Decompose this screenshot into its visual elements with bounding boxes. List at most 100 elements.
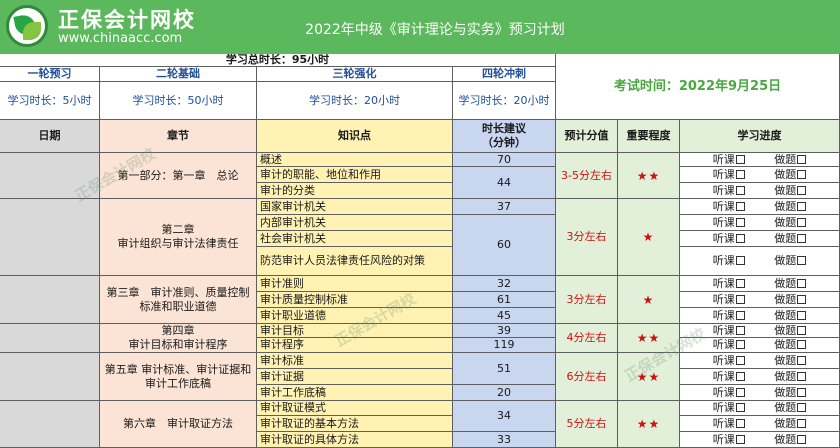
listen-checkbox[interactable]: 听课 [713,168,745,182]
checkbox-icon[interactable] [735,294,745,304]
progress-row: 听课 做题 [680,338,840,353]
listen-checkbox[interactable]: 听课 [713,370,745,384]
practice-checkbox[interactable]: 做题 [774,216,807,230]
checkbox-icon[interactable] [735,434,745,444]
phase-4-time: 学习时长：20小时 [453,82,556,120]
checkbox-icon[interactable] [735,418,745,428]
listen-checkbox[interactable]: 听课 [713,184,745,198]
practice-checkbox[interactable]: 做题 [774,277,807,291]
phase-1-name: 一轮预习 [0,67,100,82]
practice-checkbox[interactable]: 做题 [774,232,807,246]
checkbox-icon[interactable] [735,256,745,265]
chapter-name: 第四章 [161,324,195,337]
listen-checkbox[interactable]: 听课 [713,433,745,447]
score-cell: 3分左右 [556,276,618,324]
practice-checkbox[interactable]: 做题 [774,309,807,323]
listen-checkbox[interactable]: 听课 [713,401,745,415]
checkbox-icon[interactable] [797,201,807,211]
practice-checkbox[interactable]: 做题 [774,200,807,214]
checkbox-icon[interactable] [735,325,745,335]
practice-checkbox[interactable]: 做题 [774,338,807,352]
checkbox-icon[interactable] [735,387,745,397]
checkbox-icon[interactable] [735,154,745,164]
progress-row: 听课 做题 [680,231,840,247]
listen-checkbox[interactable]: 听课 [713,200,745,214]
practice-checkbox[interactable]: 做题 [774,433,807,447]
progress-row: 听课 做题 [680,292,840,308]
practice-checkbox[interactable]: 做题 [774,153,807,166]
knowledge-point: 审计取证的具体方法 [257,432,453,448]
checkbox-icon[interactable] [797,325,807,335]
checkbox-icon[interactable] [735,185,745,195]
progress-row: 听课 做题 [680,308,840,324]
importance-stars: ★ [618,199,680,276]
practice-checkbox[interactable]: 做题 [774,184,807,198]
knowledge-point: 审计程序 [257,338,453,353]
checkbox-icon[interactable] [797,403,807,412]
checkbox-icon[interactable] [797,294,807,304]
chapter-cell: 第三章 审计准则、质量控制 标准和职业道德 [100,276,257,324]
listen-checkbox[interactable]: 听课 [713,417,745,431]
checkbox-icon[interactable] [797,185,807,195]
listen-checkbox[interactable]: 听课 [713,216,745,230]
practice-checkbox[interactable]: 做题 [774,386,807,400]
checkbox-icon[interactable] [797,217,807,227]
knowledge-point: 概述 [257,153,453,167]
listen-checkbox[interactable]: 听课 [713,293,745,307]
total-time: 学习总时长：95小时 [0,54,556,67]
listen-checkbox[interactable]: 听课 [713,324,745,337]
checkbox-icon[interactable] [735,355,745,365]
duration-cell: 37 [453,199,556,215]
practice-checkbox[interactable]: 做题 [774,168,807,182]
checkbox-icon[interactable] [797,418,807,428]
checkbox-icon[interactable] [797,434,807,444]
listen-checkbox[interactable]: 听课 [713,338,745,352]
knowledge-point: 审计标准 [257,353,453,369]
checkbox-icon[interactable] [797,387,807,397]
listen-checkbox[interactable]: 听课 [713,254,745,268]
checkbox-icon[interactable] [797,371,807,381]
practice-checkbox[interactable]: 做题 [774,324,807,337]
listen-checkbox[interactable]: 听课 [713,354,745,368]
importance-stars: ★★ [618,401,680,448]
chapter-name: 第二章 [161,223,195,236]
knowledge-point: 审计的分类 [257,183,453,199]
checkbox-icon[interactable] [797,169,807,179]
checkbox-icon[interactable] [797,233,807,243]
importance-stars: ★★ [618,353,680,401]
checkbox-icon[interactable] [797,310,807,320]
checkbox-icon[interactable] [735,310,745,320]
checkbox-icon[interactable] [735,169,745,179]
checkbox-icon[interactable] [797,154,807,164]
checkbox-icon[interactable] [797,340,807,349]
listen-checkbox[interactable]: 听课 [713,277,745,291]
checkbox-icon[interactable] [735,217,745,227]
progress-row: 听课 做题 [680,401,840,416]
checkbox-icon[interactable] [735,233,745,243]
listen-checkbox[interactable]: 听课 [713,232,745,246]
checkbox-icon[interactable] [735,371,745,381]
practice-checkbox[interactable]: 做题 [774,417,807,431]
knowledge-point: 审计取证的基本方法 [257,416,453,432]
column-header-chapter: 章节 [100,120,257,153]
practice-checkbox[interactable]: 做题 [774,401,807,415]
practice-checkbox[interactable]: 做题 [774,254,807,268]
checkbox-icon[interactable] [735,403,745,412]
phase-3-time: 学习时长：20小时 [257,82,453,120]
checkbox-icon[interactable] [735,278,745,288]
listen-checkbox[interactable]: 听课 [713,153,745,166]
duration-header-line2: （分钟） [482,136,526,149]
practice-checkbox[interactable]: 做题 [774,354,807,368]
chapter-subtitle: 标准和职业道德 [139,299,217,313]
listen-checkbox[interactable]: 听课 [713,386,745,400]
practice-checkbox[interactable]: 做题 [774,370,807,384]
checkbox-icon[interactable] [735,340,745,349]
practice-checkbox[interactable]: 做题 [774,293,807,307]
checkbox-icon[interactable] [797,256,807,265]
checkbox-icon[interactable] [797,278,807,288]
duration-cell: 33 [453,432,556,448]
checkbox-icon[interactable] [735,201,745,211]
listen-checkbox[interactable]: 听课 [713,309,745,323]
duration-cell: 61 [453,292,556,308]
checkbox-icon[interactable] [797,355,807,365]
